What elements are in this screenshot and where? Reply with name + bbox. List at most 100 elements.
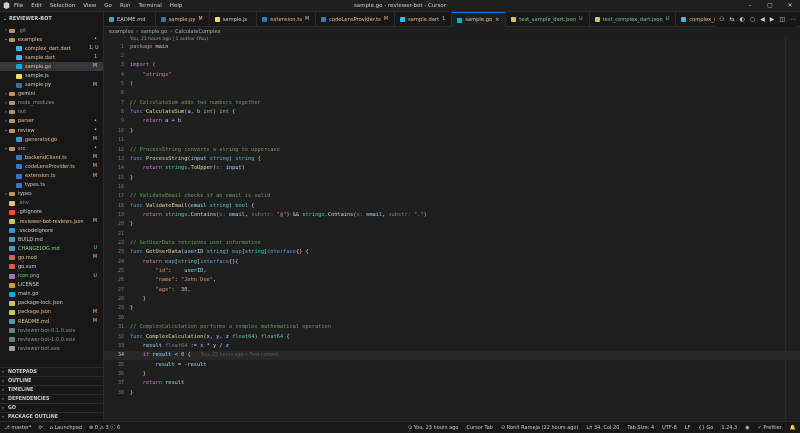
tree-item-src[interactable]: ⌄ src • [0,144,103,153]
section-timeline[interactable]: › TIMELINE [0,385,103,394]
explorer-root[interactable]: ⌄ REVIEWER-BOT [0,12,103,26]
section-dependencies[interactable]: › DEPENDENCIES [0,394,103,403]
tree-item-parser[interactable]: › parser • [0,117,103,126]
code-line[interactable]: 18 func ValidateEmail(email string) bool … [104,201,800,210]
code-line[interactable]: 30 [104,313,800,322]
tree-item-types-ts[interactable]: types.ts [0,181,103,190]
tree-item-types[interactable]: › types [0,190,103,199]
tree-item-backendclient-ts[interactable]: backendClient.ts M [0,153,103,162]
tree-item-reviewer-bot-exe[interactable]: reviewer-bot.exe [0,344,103,353]
minimize-button[interactable]: – [740,0,760,12]
tree-item-gemini[interactable]: › gemini [0,90,103,99]
tree-item-build-md[interactable]: BUILD.md [0,235,103,244]
tree-item-git[interactable]: › .git [0,26,103,35]
close-icon[interactable]: × [495,18,499,23]
go-forward-icon[interactable]: ▶ [770,16,775,23]
tree-item-sample-py[interactable]: sample.py M [0,81,103,90]
code-line[interactable]: 25 "id": userID, [104,266,800,275]
code-line[interactable]: 23 func GetUserData(userID string) map[st… [104,248,800,257]
status-item-3[interactable]: ⊗ 0 ⚠ 3 ⓘ 6 [89,424,120,431]
code-editor[interactable]: You, 23 hours ago | 1 author (You) 1 pack… [104,37,800,421]
tree-item-gitignore[interactable]: .gitignore [0,208,103,217]
code-line[interactable]: 24 return map[string]interface{}{ [104,257,800,266]
tree-item-complex-dart-dart[interactable]: complex_dart.dart 1, U [0,44,103,53]
code-line[interactable]: 13 func ProcessString(input string) strin… [104,154,800,163]
tab-sample-dart[interactable]: sample.dart 1 [395,12,453,27]
tab-sample-go[interactable]: sample.go × [452,12,507,27]
breadcrumb-item-sample-go[interactable]: sample.go [141,29,167,35]
tree-item-package-json[interactable]: package.json M [0,308,103,317]
section-notepads[interactable]: › NOTEPADS [0,367,103,376]
code-line[interactable]: 27 "age": 30, [104,285,800,294]
status-item-right-5[interactable]: UTF-8 [662,425,677,431]
status-item-right-4[interactable]: Tab Size: 4 [627,425,654,431]
code-line[interactable]: 9 return a + b [104,117,800,126]
code-line[interactable]: 17 // ValidateEmail checks if an email is… [104,192,800,201]
tree-item-main-go[interactable]: main.go [0,290,103,299]
tree-item-license[interactable]: LICENSE [0,281,103,290]
menu-help[interactable]: Help [170,3,183,9]
code-line[interactable]: 7 // CalculateSum adds two numbers togeth… [104,98,800,107]
more-actions-icon[interactable]: ⋯ [790,16,796,23]
go-back-icon[interactable]: ◀ [760,16,765,23]
status-item-right-11[interactable]: 🔔 [790,425,796,431]
tab-eadme-md[interactable]: EADME.md [104,12,156,27]
status-item-right-2[interactable]: ⊙ Ronit Rameja (22 hours ago) [501,425,578,431]
tree-item-vscodeignore[interactable]: .vscodeignore [0,226,103,235]
status-item-2[interactable]: ⌂ Launchpad [50,425,82,431]
tree-item-node-modules[interactable]: › node_modules [0,99,103,108]
section-outline[interactable]: › OUTLINE [0,376,103,385]
code-line[interactable]: 6 [104,89,800,98]
tree-item-codelensprovider-ts[interactable]: codeLensProvider.ts M [0,162,103,171]
tree-item-sample-js[interactable]: sample.js [0,71,103,80]
compare-icon[interactable]: ⚇ [719,16,724,23]
code-line[interactable]: 14 return strings.ToUpper(s: input) [104,164,800,173]
code-line[interactable]: 31 // ComplexCalculation performs a compl… [104,323,800,332]
code-line[interactable]: 38} [104,388,800,397]
code-line[interactable]: 32 func ComplexCalculation(x, y, z float6… [104,332,800,341]
code-line[interactable]: 3 import ( [104,61,800,70]
code-line[interactable]: 12 // ProcessString converts a string to … [104,145,800,154]
menu-edit[interactable]: Edit [31,3,42,9]
tree-item-changelog-md[interactable]: CHANGELOG.md U [0,244,103,253]
tree-item-package-lock-json[interactable]: package-lock.json [0,299,103,308]
tree-item-review[interactable]: ⌄ review • [0,126,103,135]
status-item-right-1[interactable]: Cursor Tab [466,425,493,431]
code-line[interactable]: 37 return result [104,379,800,388]
tree-item-examples[interactable]: ⌄ examples • [0,35,103,44]
close-button[interactable]: ✕ [780,0,800,12]
tree-item-readme-md[interactable]: README.md M [0,317,103,326]
code-line[interactable]: 36 } [104,369,800,378]
code-line[interactable]: 26 "name": "John Doe", [104,276,800,285]
menu-run[interactable]: Run [120,3,131,9]
code-line[interactable]: 15} [104,173,800,182]
code-line[interactable]: 34 if result < 0 {You, 23 hours ago • Fi… [104,350,800,360]
status-item-right-9[interactable]: ◉ [745,425,749,431]
menu-view[interactable]: View [83,3,96,9]
tab-codelensprovider-ts[interactable]: codeLensProvider.ts M [316,12,395,27]
tree-item-sample-go[interactable]: sample.go M [0,62,103,72]
tree-item-reviewer-bot-reviews-json[interactable]: .reviewer-bot-reviews.json M [0,217,103,226]
tree-item-generator-go[interactable]: generator.go M [0,135,103,144]
code-line[interactable]: 2 [104,51,800,60]
split-editor-icon[interactable]: ◫ [779,16,785,23]
code-line[interactable]: 8 func CalculateSum(a, b int) int { [104,107,800,116]
status-item-0[interactable]: ⎇ master* [4,425,31,431]
status-item-right-3[interactable]: Ln 34, Col 20 [586,425,619,431]
status-item-right-8[interactable]: 1.24.3 [721,425,737,431]
code-line[interactable]: 20} [104,220,800,229]
tab-test-complex-dart-json[interactable]: test_complex_dart.json U [590,12,677,27]
menu-terminal[interactable]: Terminal [138,3,161,9]
section-go[interactable]: › GO [0,403,103,412]
status-item-1[interactable]: ⟳ [38,425,42,431]
code-line[interactable]: 35 result = -result [104,360,800,369]
circle-icon[interactable]: ○ [750,16,755,23]
code-line[interactable]: 33 result float64 := x * y / z [104,341,800,350]
tree-item-reviewer-bot-0-1-0-vsix[interactable]: reviewer-bot-0.1.0.vsix [0,326,103,335]
code-line[interactable]: 1 package main [104,42,800,51]
status-item-right-10[interactable]: ✓ Prettier [758,425,782,431]
maximize-button[interactable]: ▢ [760,0,780,12]
tree-item-reviewer-bot-1-0-0-vsix[interactable]: reviewer-bot-1.0.0.vsix [0,335,103,344]
code-line[interactable]: 10} [104,126,800,135]
menu-selection[interactable]: Selection [50,3,75,9]
